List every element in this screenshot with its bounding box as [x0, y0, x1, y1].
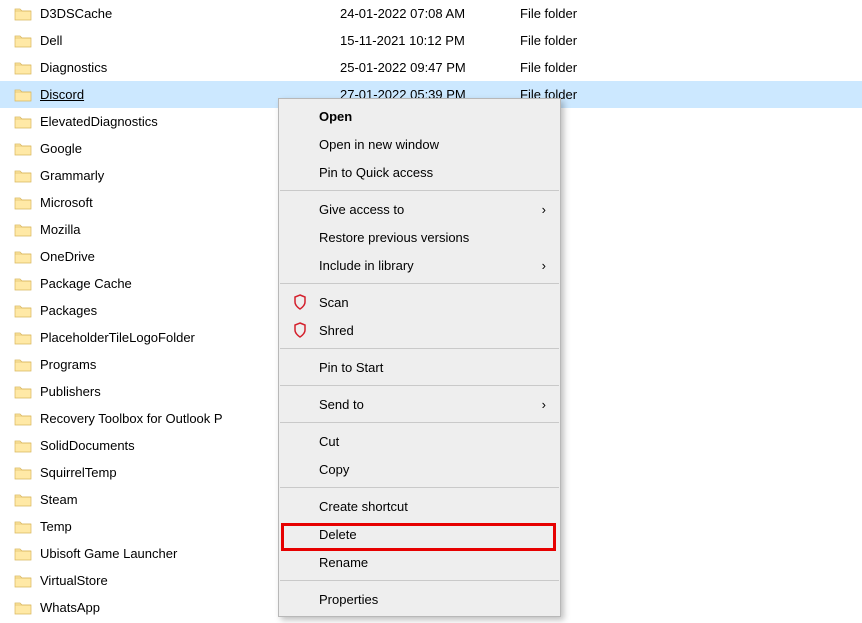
- folder-icon: [14, 518, 32, 536]
- menu-send-to[interactable]: Send to ›: [279, 390, 560, 418]
- file-row[interactable]: Dell15-11-2021 10:12 PMFile folder: [0, 27, 862, 54]
- folder-icon: [14, 329, 32, 347]
- menu-pin-quick-access[interactable]: Pin to Quick access: [279, 158, 560, 186]
- folder-icon: [14, 383, 32, 401]
- file-date: 15-11-2021 10:12 PM: [340, 33, 520, 48]
- chevron-right-icon: ›: [542, 258, 546, 273]
- folder-icon: [14, 302, 32, 320]
- shield-icon: [291, 321, 309, 339]
- context-menu: Open Open in new window Pin to Quick acc…: [278, 98, 561, 617]
- menu-label: Properties: [319, 592, 378, 607]
- menu-separator: [280, 190, 559, 191]
- folder-icon: [14, 545, 32, 563]
- file-type: File folder: [520, 6, 640, 21]
- menu-label: Restore previous versions: [319, 230, 469, 245]
- menu-separator: [280, 348, 559, 349]
- file-row[interactable]: Diagnostics25-01-2022 09:47 PMFile folde…: [0, 54, 862, 81]
- menu-separator: [280, 580, 559, 581]
- menu-label: Open: [319, 109, 352, 124]
- menu-label: Scan: [319, 295, 349, 310]
- menu-cut[interactable]: Cut: [279, 427, 560, 455]
- menu-shred[interactable]: Shred: [279, 316, 560, 344]
- folder-icon: [14, 113, 32, 131]
- menu-label: Cut: [319, 434, 339, 449]
- folder-icon: [14, 5, 32, 23]
- menu-open[interactable]: Open: [279, 102, 560, 130]
- menu-separator: [280, 422, 559, 423]
- file-row[interactable]: D3DSCache24-01-2022 07:08 AMFile folder: [0, 0, 862, 27]
- folder-icon: [14, 410, 32, 428]
- chevron-right-icon: ›: [542, 397, 546, 412]
- menu-scan[interactable]: Scan: [279, 288, 560, 316]
- menu-label: Pin to Start: [319, 360, 383, 375]
- folder-icon: [14, 248, 32, 266]
- file-date: 24-01-2022 07:08 AM: [340, 6, 520, 21]
- menu-label: Include in library: [319, 258, 414, 273]
- folder-icon: [14, 275, 32, 293]
- file-date: 25-01-2022 09:47 PM: [340, 60, 520, 75]
- folder-icon: [14, 32, 32, 50]
- folder-icon: [14, 86, 32, 104]
- menu-include-in-library[interactable]: Include in library ›: [279, 251, 560, 279]
- folder-icon: [14, 437, 32, 455]
- folder-icon: [14, 140, 32, 158]
- menu-label: Pin to Quick access: [319, 165, 433, 180]
- folder-icon: [14, 194, 32, 212]
- menu-label: Give access to: [319, 202, 404, 217]
- chevron-right-icon: ›: [542, 202, 546, 217]
- menu-label: Send to: [319, 397, 364, 412]
- menu-properties[interactable]: Properties: [279, 585, 560, 613]
- menu-restore-previous[interactable]: Restore previous versions: [279, 223, 560, 251]
- file-name: D3DSCache: [40, 6, 340, 21]
- menu-open-new-window[interactable]: Open in new window: [279, 130, 560, 158]
- menu-separator: [280, 385, 559, 386]
- menu-label: Create shortcut: [319, 499, 408, 514]
- file-type: File folder: [520, 33, 640, 48]
- folder-icon: [14, 356, 32, 374]
- folder-icon: [14, 599, 32, 617]
- menu-copy[interactable]: Copy: [279, 455, 560, 483]
- menu-give-access-to[interactable]: Give access to ›: [279, 195, 560, 223]
- menu-label: Shred: [319, 323, 354, 338]
- menu-label: Delete: [319, 527, 357, 542]
- menu-separator: [280, 283, 559, 284]
- menu-label: Copy: [319, 462, 349, 477]
- folder-icon: [14, 221, 32, 239]
- menu-separator: [280, 487, 559, 488]
- menu-label: Open in new window: [319, 137, 439, 152]
- folder-icon: [14, 491, 32, 509]
- file-type: File folder: [520, 60, 640, 75]
- menu-label: Rename: [319, 555, 368, 570]
- shield-icon: [291, 293, 309, 311]
- menu-create-shortcut[interactable]: Create shortcut: [279, 492, 560, 520]
- menu-rename[interactable]: Rename: [279, 548, 560, 576]
- file-name: Dell: [40, 33, 340, 48]
- folder-icon: [14, 59, 32, 77]
- menu-pin-to-start[interactable]: Pin to Start: [279, 353, 560, 381]
- menu-delete[interactable]: Delete: [279, 520, 560, 548]
- folder-icon: [14, 572, 32, 590]
- file-name: Diagnostics: [40, 60, 340, 75]
- folder-icon: [14, 167, 32, 185]
- folder-icon: [14, 464, 32, 482]
